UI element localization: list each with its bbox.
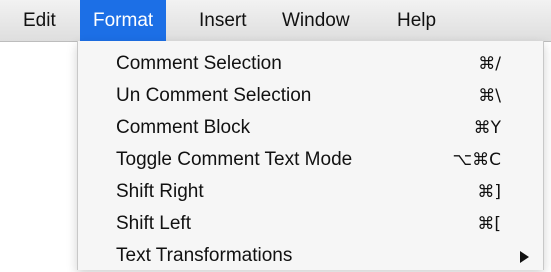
menu-item-label: Shift Right [116,181,204,202]
menu-item-label: Comment Selection [116,53,282,74]
menu-item-text-transformations[interactable]: Text Transformations [78,240,543,272]
menu-item-shift-left[interactable]: Shift Left ⌘[ [78,208,543,240]
menu-item-label: Comment Block [116,117,251,138]
menu-item-label: Toggle Comment Text Mode [116,149,353,170]
menu-item-toggle-comment-text-mode[interactable]: Toggle Comment Text Mode ⌥⌘C [78,144,543,176]
menu-item-label: Text Transformations [116,245,293,266]
menu-item-shortcut: ⌥⌘C [452,150,501,170]
menu-bar: Edit Format Insert Window Help [0,0,551,42]
menu-item-shortcut: ⌘\ [478,86,501,106]
menu-item-comment-selection[interactable]: Comment Selection ⌘/ [78,48,543,80]
menu-item-uncomment-selection[interactable]: Un Comment Selection ⌘\ [78,80,543,112]
menu-item-comment-block[interactable]: Comment Block ⌘Y [78,112,543,144]
menu-item-label: Shift Left [116,213,191,234]
menu-item-shortcut: ⌘Y [473,118,501,138]
menu-item-shift-right[interactable]: Shift Right ⌘] [78,176,543,208]
menu-help[interactable]: Help [384,0,449,41]
menu-item-shortcut: ⌘/ [478,54,501,74]
menu-item-label: Un Comment Selection [116,85,312,106]
menu-window[interactable]: Window [269,0,363,41]
format-dropdown-menu: Comment Selection ⌘/ Un Comment Selectio… [77,41,544,270]
menu-item-shortcut: ⌘] [477,182,501,202]
menu-insert[interactable]: Insert [186,0,260,41]
submenu-arrow-icon [520,251,529,263]
menu-item-shortcut: ⌘[ [477,214,501,234]
menu-edit[interactable]: Edit [10,0,69,41]
menu-format[interactable]: Format [80,0,167,41]
